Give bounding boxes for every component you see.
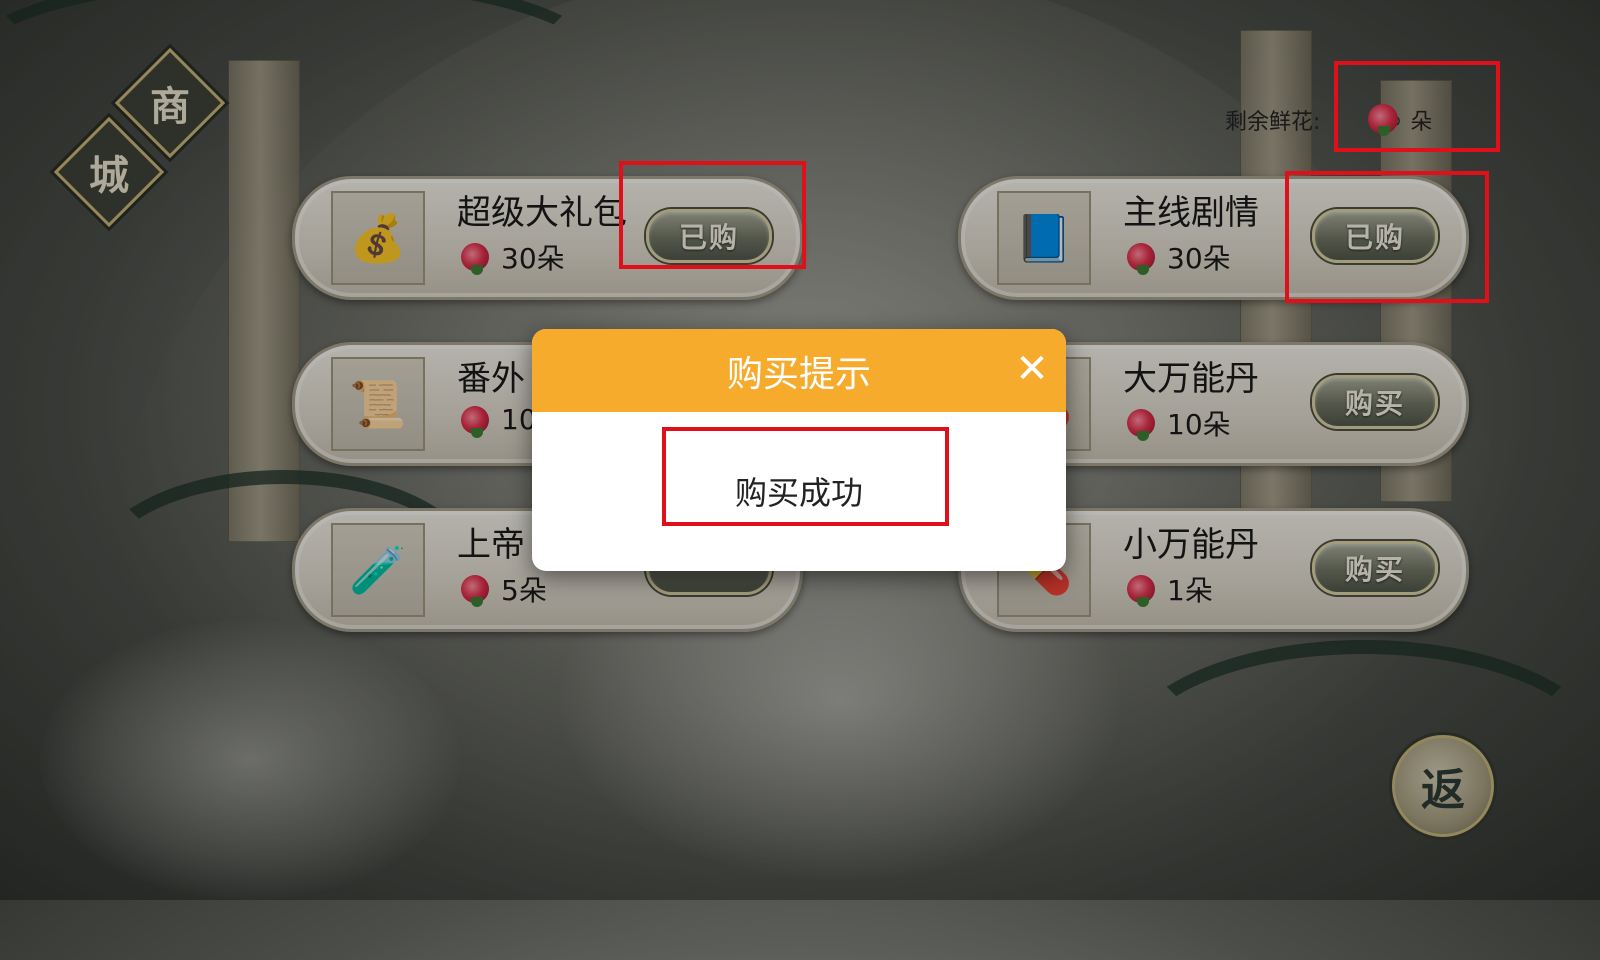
highlight-box <box>662 427 949 526</box>
highlight-box <box>1334 61 1500 152</box>
dialog-header: 购买提示 ✕ <box>532 329 1066 412</box>
dialog-title: 购买提示 <box>726 353 871 395</box>
highlight-box <box>1285 171 1489 303</box>
highlight-box <box>619 161 806 269</box>
close-icon[interactable]: ✕ <box>1012 349 1052 389</box>
